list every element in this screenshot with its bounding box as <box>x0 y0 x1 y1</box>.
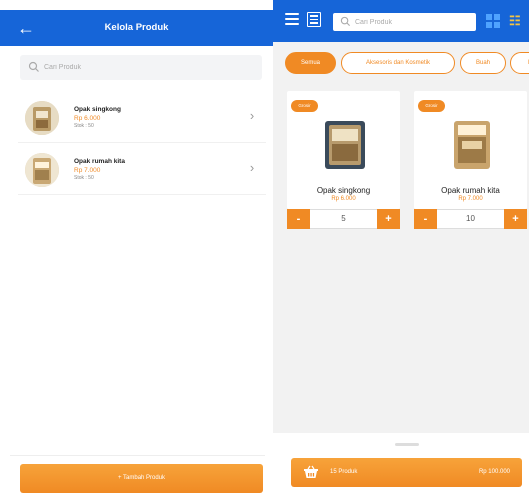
product-row[interactable]: Opak rumah kita Rp 7.000 Stok : 50 › <box>18 145 266 195</box>
search-icon <box>340 16 351 27</box>
wholesale-badge: Grosir <box>418 100 445 112</box>
product-name: Opak rumah kita <box>441 186 500 195</box>
cart-total: Rp 100.000 <box>478 469 510 475</box>
barcode-scan-icon[interactable]: ☷ <box>509 12 529 30</box>
chevron-right-icon: › <box>249 108 255 123</box>
search-input[interactable] <box>355 13 473 31</box>
grid-view-icon[interactable] <box>486 14 500 28</box>
product-stock: Stok : 50 <box>74 175 94 181</box>
top-app-bar: ☷ <box>273 0 529 42</box>
page-title: Kelola Produk <box>104 22 169 33</box>
cart-panel: 15 Produk Rp 100.000 <box>273 433 529 503</box>
product-name: Opak rumah kita <box>74 158 125 165</box>
cart-summary-button[interactable]: 15 Produk Rp 100.000 <box>291 458 522 487</box>
hamburger-menu-icon[interactable] <box>285 13 299 27</box>
quantity-input[interactable]: 10 <box>437 209 504 229</box>
category-chip[interactable]: Aksesoris dan Kosmetik <box>341 52 455 74</box>
product-card[interactable]: Grosir Opak singkong Rp 6.000 <box>287 91 400 209</box>
search-bar <box>333 13 476 31</box>
product-name: Opak singkong <box>316 186 371 195</box>
cart-item-count: 15 Produk <box>330 469 358 475</box>
category-chip[interactable]: Semua <box>285 52 336 74</box>
product-thumbnail <box>25 101 59 135</box>
product-name: Opak singkong <box>74 106 121 113</box>
decrement-button[interactable]: - <box>287 209 310 229</box>
search-icon <box>28 61 39 72</box>
add-product-button[interactable]: + Tambah Produk <box>20 464 263 493</box>
product-row[interactable]: Opak singkong Rp 6.000 Stok : 50 › <box>18 93 266 143</box>
quantity-stepper: - 5 + <box>287 209 400 229</box>
product-price: Rp 7.000 <box>74 167 101 174</box>
product-price: Rp 6.000 <box>74 115 101 122</box>
quantity-stepper: - 10 + <box>414 209 527 229</box>
chevron-right-icon: › <box>249 160 255 175</box>
product-image <box>325 121 365 169</box>
product-catalog-screen: ☷ Semua Aksesoris dan Kosmetik Buah B Gr… <box>273 0 529 503</box>
manage-products-screen: ← Kelola Produk Opak singkong Rp 6.000 S… <box>0 0 273 503</box>
product-card[interactable]: Grosir Opak rumah kita Rp 7.000 <box>414 91 527 209</box>
increment-button[interactable]: + <box>504 209 527 229</box>
quantity-input[interactable]: 5 <box>310 209 377 229</box>
category-chip[interactable]: Buah <box>460 52 506 74</box>
decrement-button[interactable]: - <box>414 209 437 229</box>
divider <box>10 455 265 456</box>
basket-icon <box>304 465 318 478</box>
search-bar <box>20 55 262 80</box>
product-stock: Stok : 50 <box>74 123 94 129</box>
drag-handle[interactable] <box>395 443 419 446</box>
wholesale-badge: Grosir <box>291 100 318 112</box>
product-price: Rp 7.000 <box>458 196 483 202</box>
increment-button[interactable]: + <box>377 209 400 229</box>
product-price: Rp 6.000 <box>331 196 356 202</box>
list-view-icon[interactable] <box>307 12 321 27</box>
category-chip[interactable]: B <box>510 52 529 74</box>
product-thumbnail <box>25 153 59 187</box>
product-image <box>454 121 490 169</box>
search-input[interactable] <box>44 55 254 80</box>
top-app-bar: ← Kelola Produk <box>0 10 273 46</box>
